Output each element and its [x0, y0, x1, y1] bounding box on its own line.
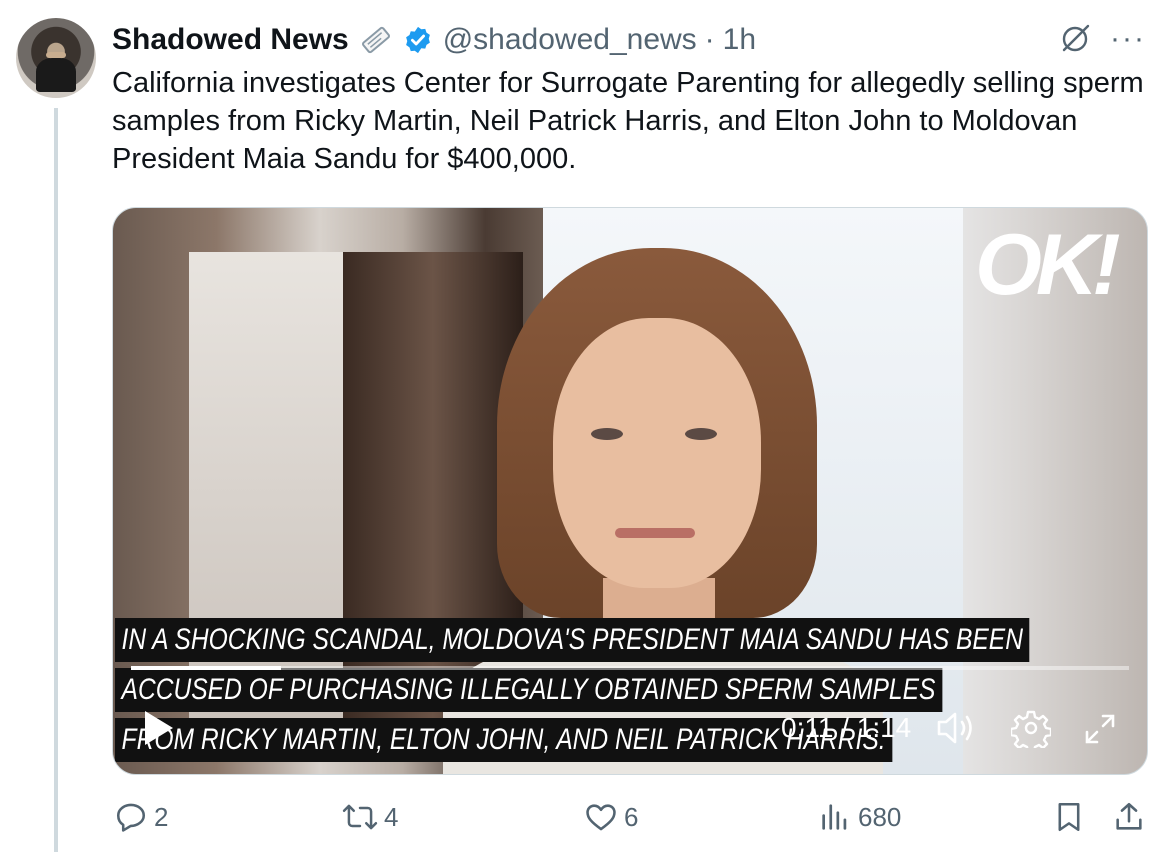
video-subject-eye-left	[591, 428, 623, 440]
avatar[interactable]	[16, 18, 96, 98]
like-button[interactable]: 6	[584, 800, 638, 834]
fullscreen-icon[interactable]	[1083, 712, 1117, 751]
verified-badge-icon[interactable]	[403, 25, 433, 55]
play-icon[interactable]	[141, 708, 177, 753]
views-count: 680	[858, 801, 902, 832]
video-subject-mouth	[615, 528, 695, 538]
more-options-icon[interactable]: ···	[1110, 24, 1146, 54]
reply-button[interactable]: 2	[114, 800, 168, 834]
bookmark-icon	[1058, 802, 1080, 832]
header-separator: ·	[704, 23, 715, 56]
video-progress-bar[interactable]	[131, 666, 1129, 670]
ok-logo: OK!	[975, 217, 1121, 313]
video-caption-line-3: FROM RICKY MARTIN, ELTON JOHN, AND NEIL …	[115, 718, 893, 762]
share-icon	[1116, 802, 1142, 830]
views-button[interactable]: 680	[818, 800, 901, 834]
bookmark-button[interactable]	[1052, 800, 1092, 834]
views-icon	[822, 804, 847, 830]
tweet-timestamp[interactable]: 1h	[723, 23, 756, 57]
avatar-scarf	[36, 58, 76, 92]
reply-count: 2	[154, 801, 169, 832]
heart-icon	[586, 804, 616, 831]
reply-icon	[116, 803, 146, 832]
video-progress-fill	[131, 666, 281, 670]
repost-icon	[342, 804, 378, 830]
author-name[interactable]: Shadowed News	[112, 23, 349, 57]
like-count: 6	[624, 801, 639, 832]
grok-icon[interactable]	[1060, 22, 1092, 59]
author-handle[interactable]: @shadowed_news	[443, 23, 697, 57]
tweet-text: California investigates Center for Surro…	[112, 67, 1144, 175]
gear-icon[interactable]	[1009, 708, 1053, 754]
volume-icon[interactable]	[935, 708, 979, 753]
repost-count: 4	[384, 801, 399, 832]
video-caption-line-2: ACCUSED OF PURCHASING ILLEGALLY OBTAINED…	[115, 668, 942, 712]
newspaper-icon	[359, 23, 393, 57]
video-subject-eye-right	[685, 428, 717, 440]
video-player[interactable]: OK! IN A SHOCKING SCANDAL, MOLDOVA'S PRE…	[112, 207, 1148, 775]
repost-button[interactable]: 4	[342, 800, 398, 834]
video-timecode: 0:11 / 1:14	[781, 712, 912, 743]
share-button[interactable]	[1112, 800, 1152, 834]
action-bar: 2 4 6 680	[0, 800, 1174, 840]
video-caption-line-1: IN A SHOCKING SCANDAL, MOLDOVA'S PRESIDE…	[115, 618, 1030, 662]
tweet-header: Shadowed News @shadowed_news · 1h	[112, 20, 756, 60]
thread-line	[54, 108, 58, 852]
video-subject-face	[553, 318, 761, 588]
